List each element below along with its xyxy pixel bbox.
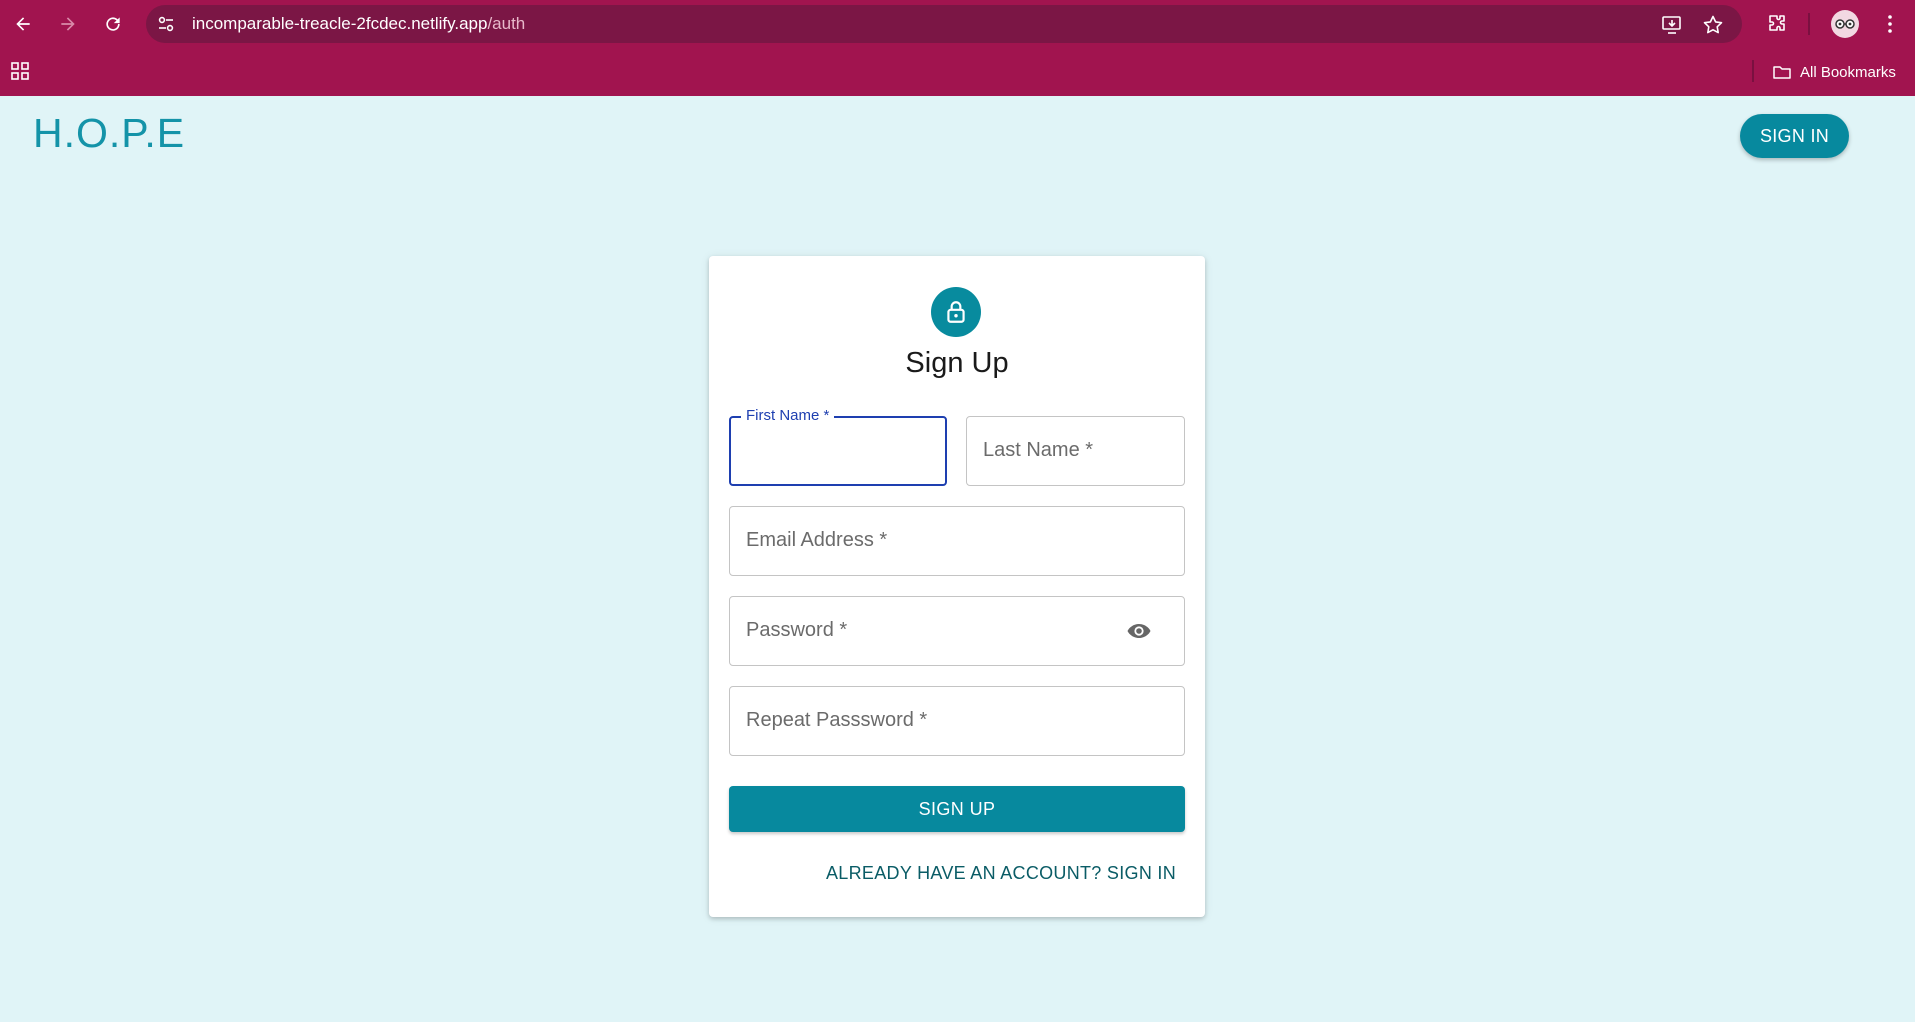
bookmarks-divider [1752,60,1754,82]
url-text[interactable]: incomparable-treacle-2fcdec.netlify.app/… [192,14,525,34]
back-button[interactable] [7,8,39,40]
install-app-icon[interactable] [1661,14,1683,36]
app-logo[interactable]: H.O.P.E [33,110,185,157]
profile-avatar[interactable] [1831,10,1859,38]
email-field[interactable]: Email Address * [729,506,1185,576]
last-name-label: Last Name * [983,439,1094,461]
last-name-field[interactable]: Last Name * [966,416,1185,486]
email-label: Email Address * [746,529,888,551]
sign-up-button[interactable]: SIGN UP [729,786,1185,832]
address-bar[interactable]: incomparable-treacle-2fcdec.netlify.app/… [146,5,1742,43]
lock-icon [947,301,965,323]
all-bookmarks-label: All Bookmarks [1800,63,1896,81]
bookmark-star-icon[interactable] [1702,14,1724,36]
browser-chrome: incomparable-treacle-2fcdec.netlify.app/… [0,0,1915,96]
forward-button[interactable] [52,8,84,40]
bookmarks-bar: All Bookmarks [0,48,1915,96]
sign-up-card: Sign Up First Name * Last Name * Email A… [709,256,1205,917]
repeat-password-label: Repeat Passsword * [746,709,928,731]
apps-grid-icon[interactable] [10,61,30,81]
first-name-label: First Name * [741,407,835,424]
menu-icon[interactable] [1878,12,1902,36]
reload-icon [106,17,120,31]
extensions-icon[interactable] [1765,12,1789,36]
page-title: Sign Up [905,347,1009,379]
password-label: Password * [746,619,848,641]
visibility-toggle-icon[interactable] [1126,620,1152,642]
folder-icon [1773,66,1791,79]
all-bookmarks-button[interactable]: All Bookmarks [1772,59,1896,85]
site-settings-icon[interactable] [156,14,176,34]
first-name-field[interactable]: First Name * [729,407,947,486]
first-name-input[interactable] [745,436,931,466]
toolbar-divider [1808,13,1810,35]
password-field[interactable]: Password * [729,596,1185,666]
url-path: /auth [487,14,526,33]
repeat-password-field[interactable]: Repeat Passsword * [729,686,1185,756]
reload-button[interactable] [97,8,129,40]
back-icon [16,17,30,31]
glasses-icon [1835,19,1855,29]
browser-toolbar: incomparable-treacle-2fcdec.netlify.app/… [0,0,1915,48]
lock-avatar [931,287,981,337]
url-host: incomparable-treacle-2fcdec.netlify.app [192,14,488,33]
header-sign-in-button[interactable]: SIGN IN [1740,114,1849,158]
sign-in-link[interactable]: ALREADY HAVE AN ACCOUNT? SIGN IN [826,863,1176,884]
forward-icon [61,17,75,31]
